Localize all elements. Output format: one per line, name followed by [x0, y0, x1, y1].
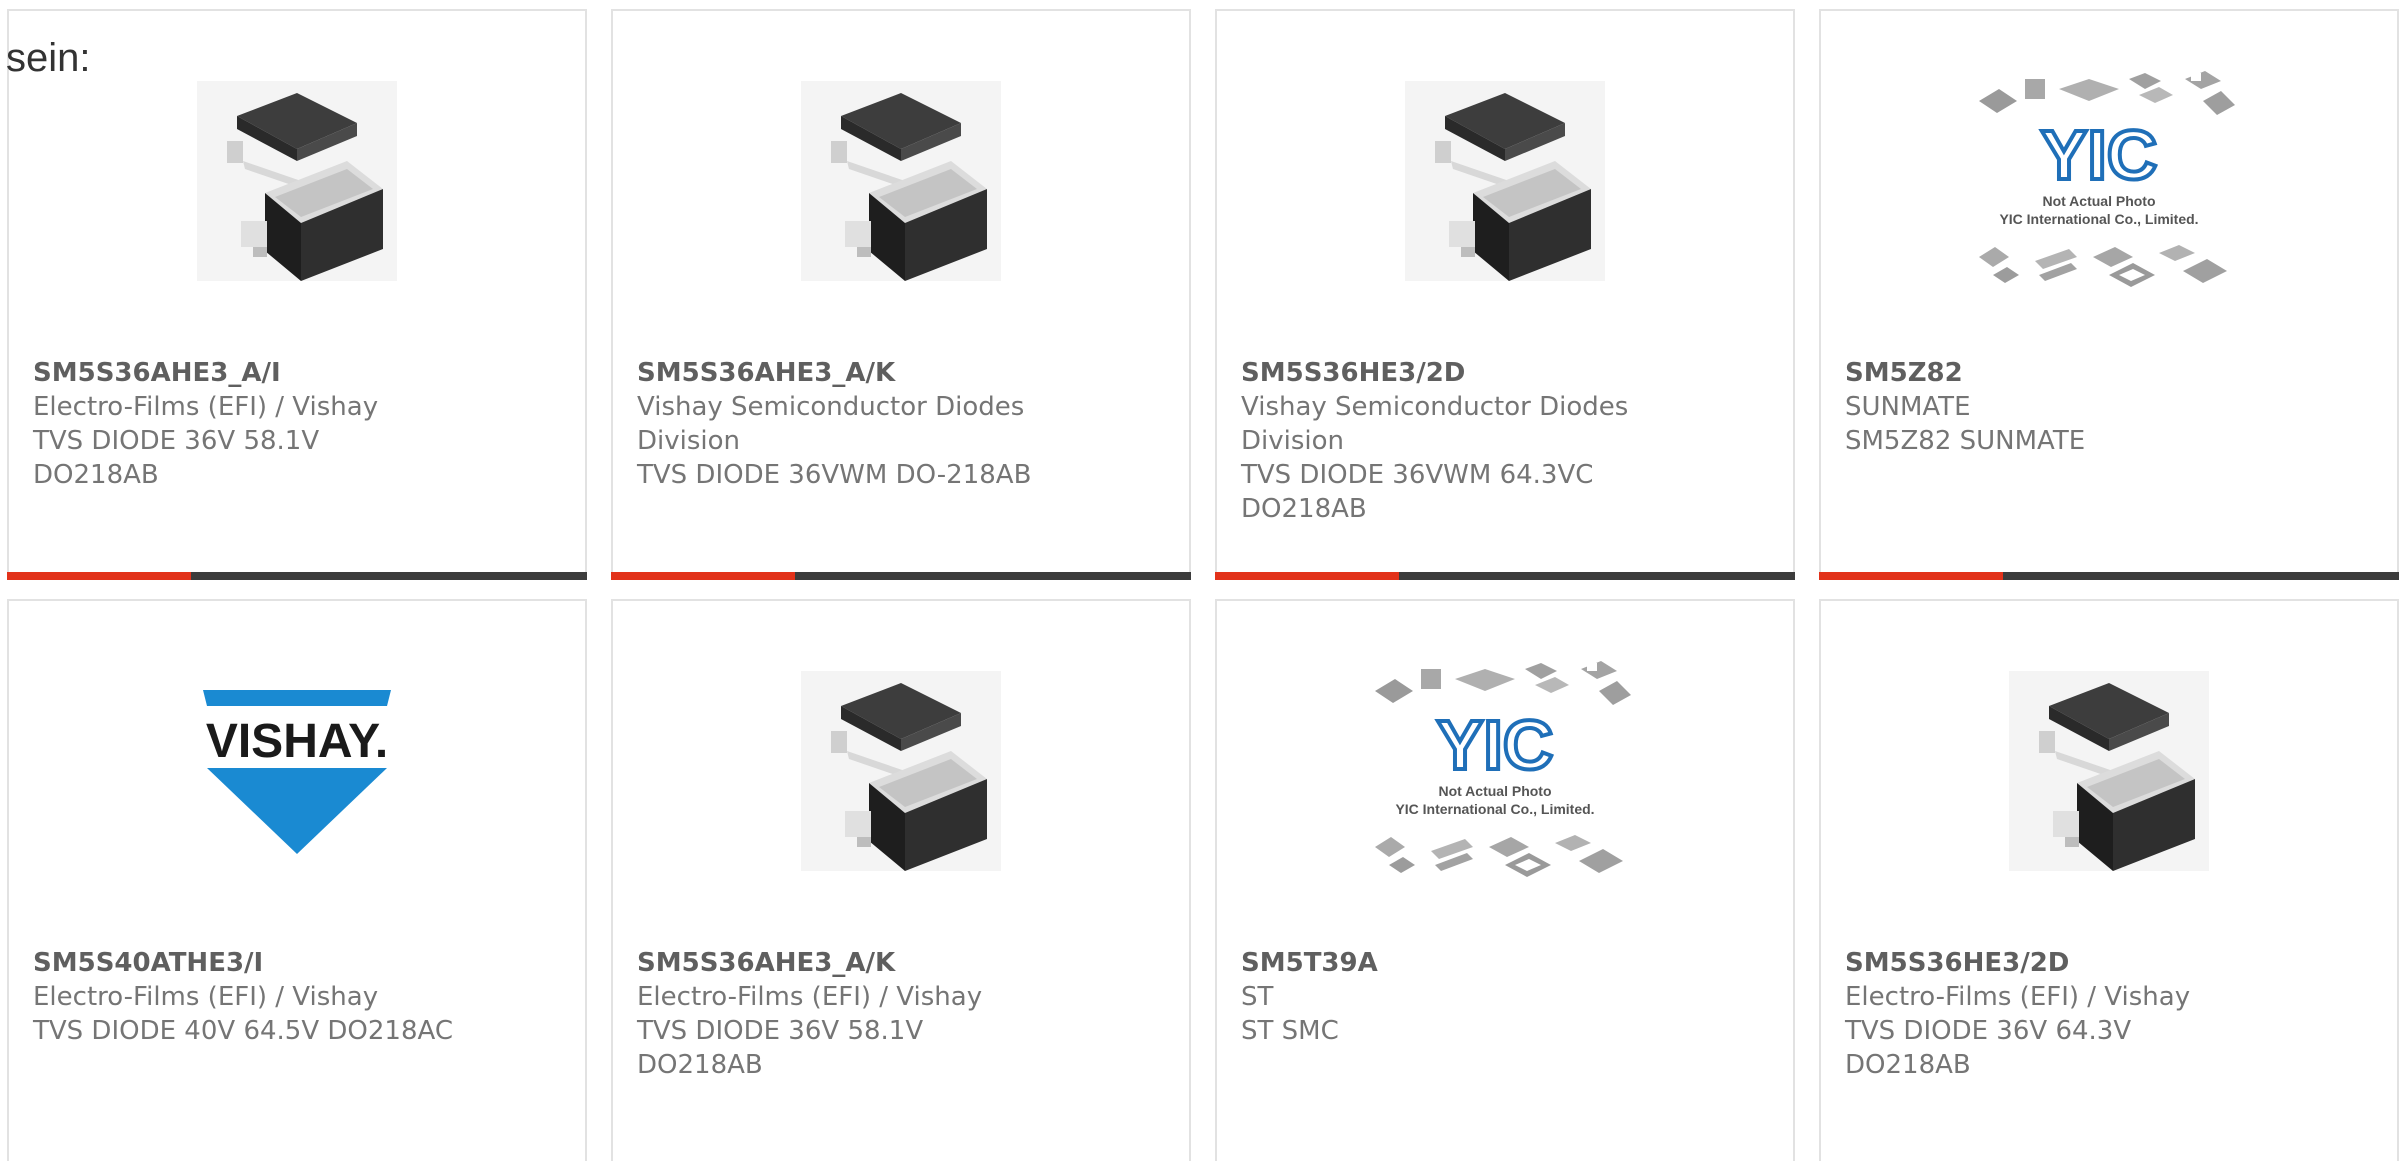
vishay-logo-text: VISHAY. — [206, 715, 388, 768]
card-dark-bar — [1399, 572, 1795, 580]
product-card[interactable]: SM5S36HE3/2D Vishay Semiconductor Diodes … — [1215, 9, 1795, 580]
product-info: SM5Z82 SUNMATE SM5Z82 SUNMATE — [1845, 356, 2373, 458]
manufacturer-label: Electro-Films (EFI) / Vishay — [637, 982, 983, 1012]
diode-package-icon[interactable] — [2009, 671, 2209, 871]
manufacturer-label: Electro-Films (EFI) / Vishay — [1845, 982, 2191, 1012]
product-info: SM5S36AHE3_A/I Electro-Films (EFI) / Vish… — [33, 356, 561, 492]
part-number-link[interactable]: SM5S36HE3/2D — [1241, 356, 1769, 390]
product-description: TVS DIODE 36V 58.1V DO218AB — [637, 1016, 924, 1080]
product-card[interactable]: SM5S36AHE3_A/I Electro-Films (EFI) / Vish… — [7, 9, 587, 580]
product-info: SM5S36HE3/2D Electro-Films (EFI) / Vishay… — [1845, 946, 2373, 1082]
product-card[interactable]: SM5S36AHE3_A/K Vishay Semiconductor Diode… — [611, 9, 1191, 580]
diode-package-icon[interactable] — [801, 671, 1001, 871]
card-dark-bar — [2003, 572, 2399, 580]
product-description: TVS DIODE 36VWM 64.3VC DO218AB — [1241, 460, 1594, 524]
yic-placeholder-icon[interactable]: YIC Not Actual Photo YIC International C… — [1355, 651, 1635, 891]
part-number-link[interactable]: SM5S40ATHE3/I — [33, 946, 561, 980]
part-number-link[interactable]: SM5S36AHE3_A/K — [637, 356, 1165, 390]
product-info: SM5S40ATHE3/I Electro-Films (EFI) / Visha… — [33, 946, 561, 1048]
card-dark-bar — [795, 572, 1191, 580]
card-accent-bar — [611, 572, 795, 580]
vishay-logo[interactable]: VISHAY. — [197, 671, 397, 871]
product-card[interactable]: VISHAY. SM5S40ATHE3/I Electro-Films (EFI) … — [7, 599, 587, 1161]
manufacturer-label: Electro-Films (EFI) / Vishay — [33, 982, 379, 1012]
card-accent-bar — [7, 572, 191, 580]
card-accent-bar — [1215, 572, 1399, 580]
product-description: TVS DIODE 36V 58.1V DO218AB — [33, 426, 320, 490]
part-number-link[interactable]: SM5S36AHE3_A/I — [33, 356, 561, 390]
svg-text:YIC: YIC — [1437, 706, 1554, 784]
product-card[interactable]: SM5S36AHE3_A/K Electro-Films (EFI) / Vish… — [611, 599, 1191, 1161]
part-number-link[interactable]: SM5Z82 — [1845, 356, 2373, 390]
diode-package-icon[interactable] — [1405, 81, 1605, 281]
product-description: TVS DIODE 36VWM DO-218AB — [637, 460, 1032, 490]
placeholder-caption: Not Actual Photo — [2042, 193, 2155, 209]
product-card[interactable]: SM5S36HE3/2D Electro-Films (EFI) / Vishay… — [1819, 599, 2399, 1161]
manufacturer-label: Electro-Films (EFI) / Vishay — [33, 392, 379, 422]
placeholder-caption: Not Actual Photo — [1438, 783, 1551, 799]
manufacturer-label: ST — [1241, 982, 1274, 1012]
product-description: SM5Z82 SUNMATE — [1845, 426, 2086, 456]
svg-text:YIC: YIC — [2041, 116, 2158, 194]
manufacturer-label: Vishay Semiconductor Diodes Division — [1241, 392, 1629, 456]
card-hover-bar — [611, 572, 1191, 580]
product-description: TVS DIODE 40V 64.5V DO218AC — [33, 1016, 453, 1046]
placeholder-company-caption: YIC International Co., Limited. — [1395, 801, 1594, 817]
product-description: TVS DIODE 36V 64.3V DO218AB — [1845, 1016, 2132, 1080]
card-hover-bar — [1215, 572, 1795, 580]
product-info: SM5S36AHE3_A/K Electro-Films (EFI) / Vish… — [637, 946, 1165, 1082]
intro-text: sein: — [6, 36, 91, 80]
product-info: SM5S36HE3/2D Vishay Semiconductor Diodes … — [1241, 356, 1769, 526]
card-hover-bar — [1819, 572, 2399, 580]
manufacturer-label: Vishay Semiconductor Diodes Division — [637, 392, 1025, 456]
product-grid-page: sein: SM5S36AHE3_A/I Electro-Films (EFI) … — [0, 0, 2400, 1161]
product-info: SM5S36AHE3_A/K Vishay Semiconductor Diode… — [637, 356, 1165, 492]
part-number-link[interactable]: SM5T39A — [1241, 946, 1769, 980]
card-dark-bar — [191, 572, 587, 580]
product-description: ST SMC — [1241, 1016, 1339, 1046]
diode-package-icon[interactable] — [197, 81, 397, 281]
placeholder-company-caption: YIC International Co., Limited. — [1999, 211, 2198, 227]
diode-package-icon[interactable] — [801, 81, 1001, 281]
part-number-link[interactable]: SM5S36AHE3_A/K — [637, 946, 1165, 980]
card-accent-bar — [1819, 572, 2003, 580]
yic-placeholder-icon[interactable]: YIC Not Actual Photo YIC International C… — [1959, 61, 2239, 301]
product-info: SM5T39A ST ST SMC — [1241, 946, 1769, 1048]
card-hover-bar — [7, 572, 587, 580]
product-card[interactable]: YIC Not Actual Photo YIC International C… — [1819, 9, 2399, 580]
product-card[interactable]: YIC Not Actual Photo YIC International C… — [1215, 599, 1795, 1161]
part-number-link[interactable]: SM5S36HE3/2D — [1845, 946, 2373, 980]
manufacturer-label: SUNMATE — [1845, 392, 1971, 422]
